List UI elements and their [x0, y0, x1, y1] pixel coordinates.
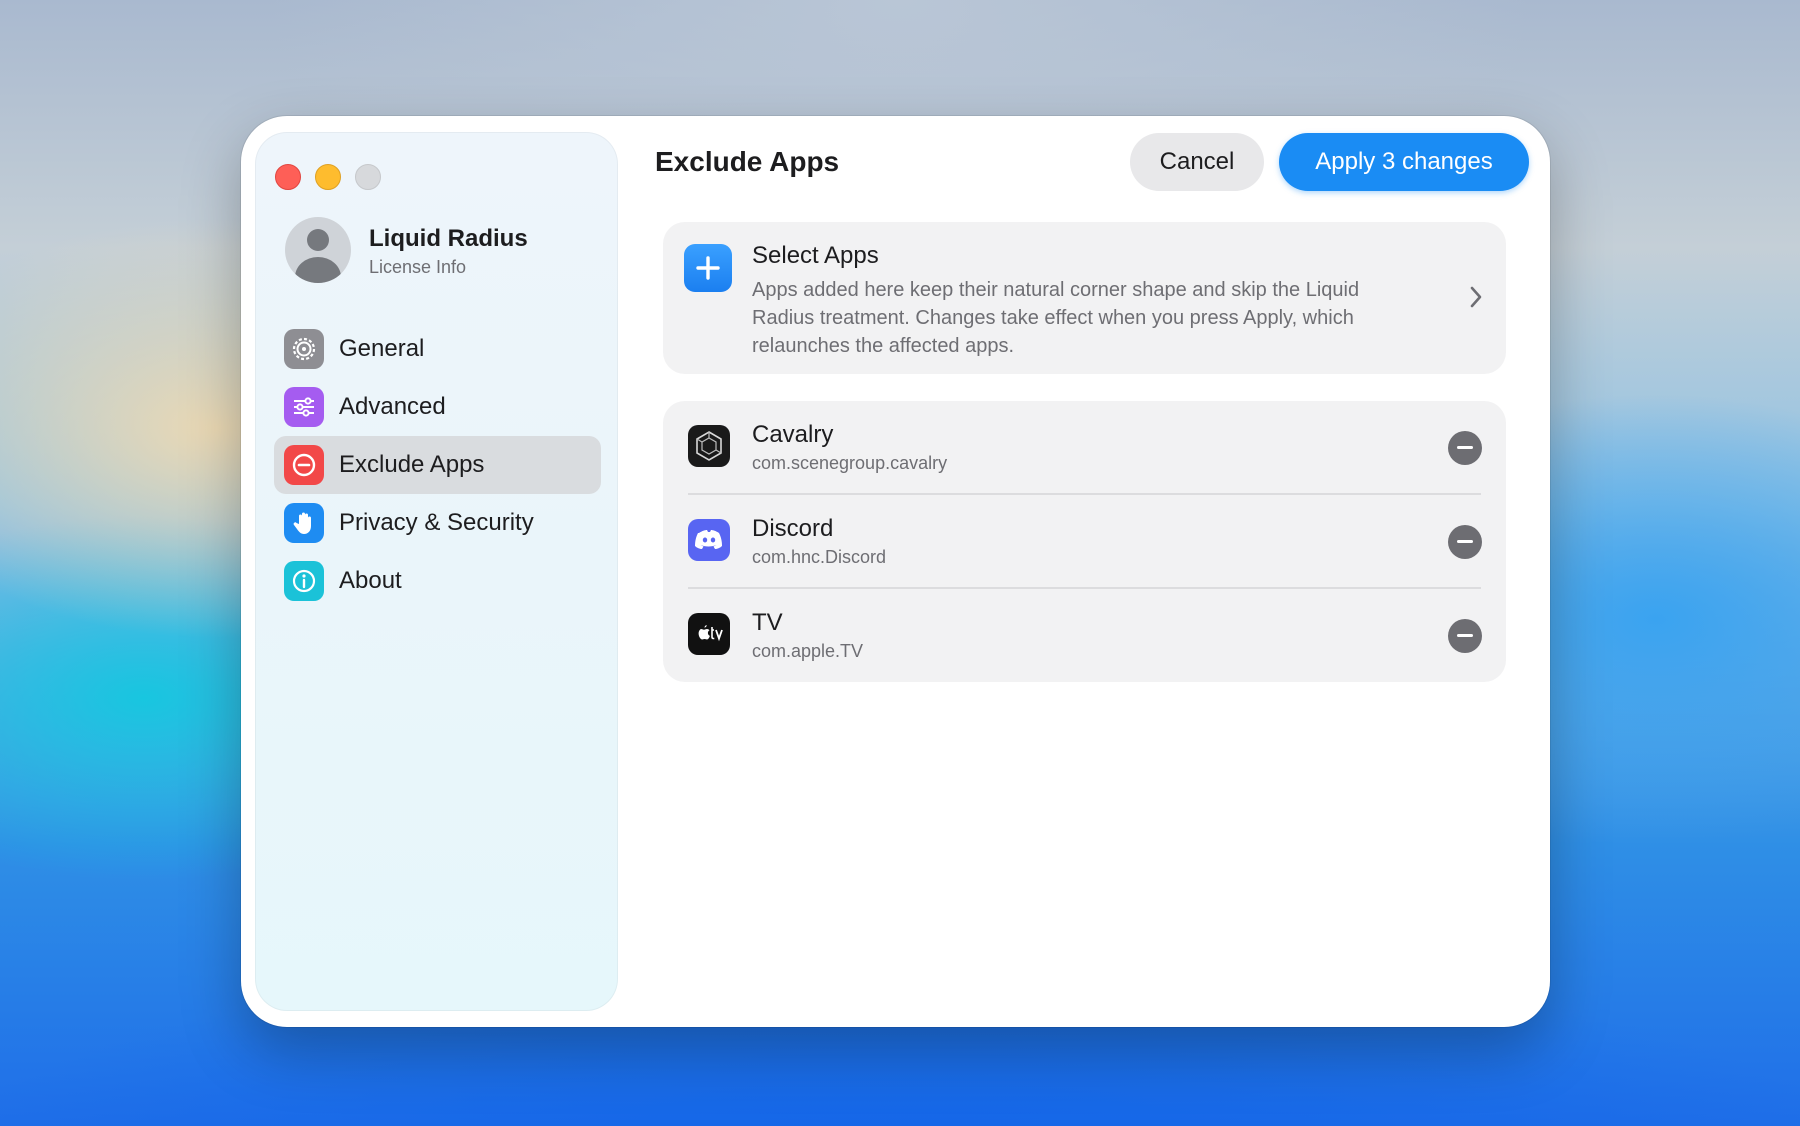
apple-tv-app-icon: [688, 613, 730, 655]
hand-icon: [284, 503, 324, 543]
sidebar-item-general[interactable]: General: [274, 320, 601, 378]
zoom-window-button[interactable]: [355, 164, 381, 190]
sliders-icon: [284, 387, 324, 427]
excluded-apps-list: Cavalry com.scenegroup.cavalry Discord c…: [663, 401, 1506, 682]
minus-circle-icon: [284, 445, 324, 485]
sidebar-item-label: General: [339, 335, 425, 362]
select-apps-title: Select Apps: [752, 242, 879, 269]
profile-name: Liquid Radius: [369, 225, 528, 252]
plus-icon: [684, 244, 732, 292]
list-item: Discord com.hnc.Discord: [663, 495, 1506, 589]
sidebar-item-about[interactable]: About: [274, 552, 601, 610]
page-title: Exclude Apps: [655, 146, 840, 177]
app-bundle-id: com.apple.TV: [752, 641, 864, 661]
remove-app-button[interactable]: [1448, 431, 1482, 465]
apply-changes-button[interactable]: Apply 3 changes: [1279, 133, 1529, 191]
profile-subtitle: License Info: [369, 257, 467, 277]
sidebar-item-advanced[interactable]: Advanced: [274, 378, 601, 436]
app-bundle-id: com.hnc.Discord: [752, 547, 887, 567]
sidebar-item-label: About: [339, 567, 402, 594]
person-icon: [285, 217, 351, 283]
discord-app-icon: [688, 519, 730, 561]
sidebar-item-label: Privacy & Security: [339, 509, 534, 536]
app-name: Cavalry: [752, 421, 834, 448]
select-apps-card[interactable]: Select Apps Apps added here keep their n…: [663, 222, 1506, 374]
info-icon: [284, 561, 324, 601]
settings-window: Liquid Radius License Info General Advan…: [241, 116, 1550, 1027]
list-item: TV com.apple.TV: [663, 589, 1506, 683]
sidebar-item-exclude-apps[interactable]: Exclude Apps: [274, 436, 601, 494]
sidebar: Liquid Radius License Info General Advan…: [255, 132, 618, 1011]
profile-license-info[interactable]: Liquid Radius License Info: [285, 217, 605, 283]
app-bundle-id: com.scenegroup.cavalry: [752, 453, 948, 473]
list-item: Cavalry com.scenegroup.cavalry: [663, 401, 1506, 495]
sidebar-item-privacy-security[interactable]: Privacy & Security: [274, 494, 601, 552]
app-name: Discord: [752, 515, 834, 542]
gear-icon: [284, 329, 324, 369]
minimize-window-button[interactable]: [315, 164, 341, 190]
sidebar-item-label: Exclude Apps: [339, 451, 485, 478]
chevron-right-icon: [1468, 284, 1484, 315]
app-name: TV: [752, 609, 783, 636]
remove-app-button[interactable]: [1448, 619, 1482, 653]
remove-app-button[interactable]: [1448, 525, 1482, 559]
sidebar-nav: General Advanced Exclude Apps Privacy & …: [274, 320, 601, 610]
select-apps-description: Apps added here keep their natural corne…: [752, 279, 1360, 357]
close-window-button[interactable]: [275, 164, 301, 190]
cavalry-app-icon: [688, 425, 730, 467]
sidebar-item-label: Advanced: [339, 393, 446, 420]
cancel-button[interactable]: Cancel: [1130, 133, 1264, 191]
